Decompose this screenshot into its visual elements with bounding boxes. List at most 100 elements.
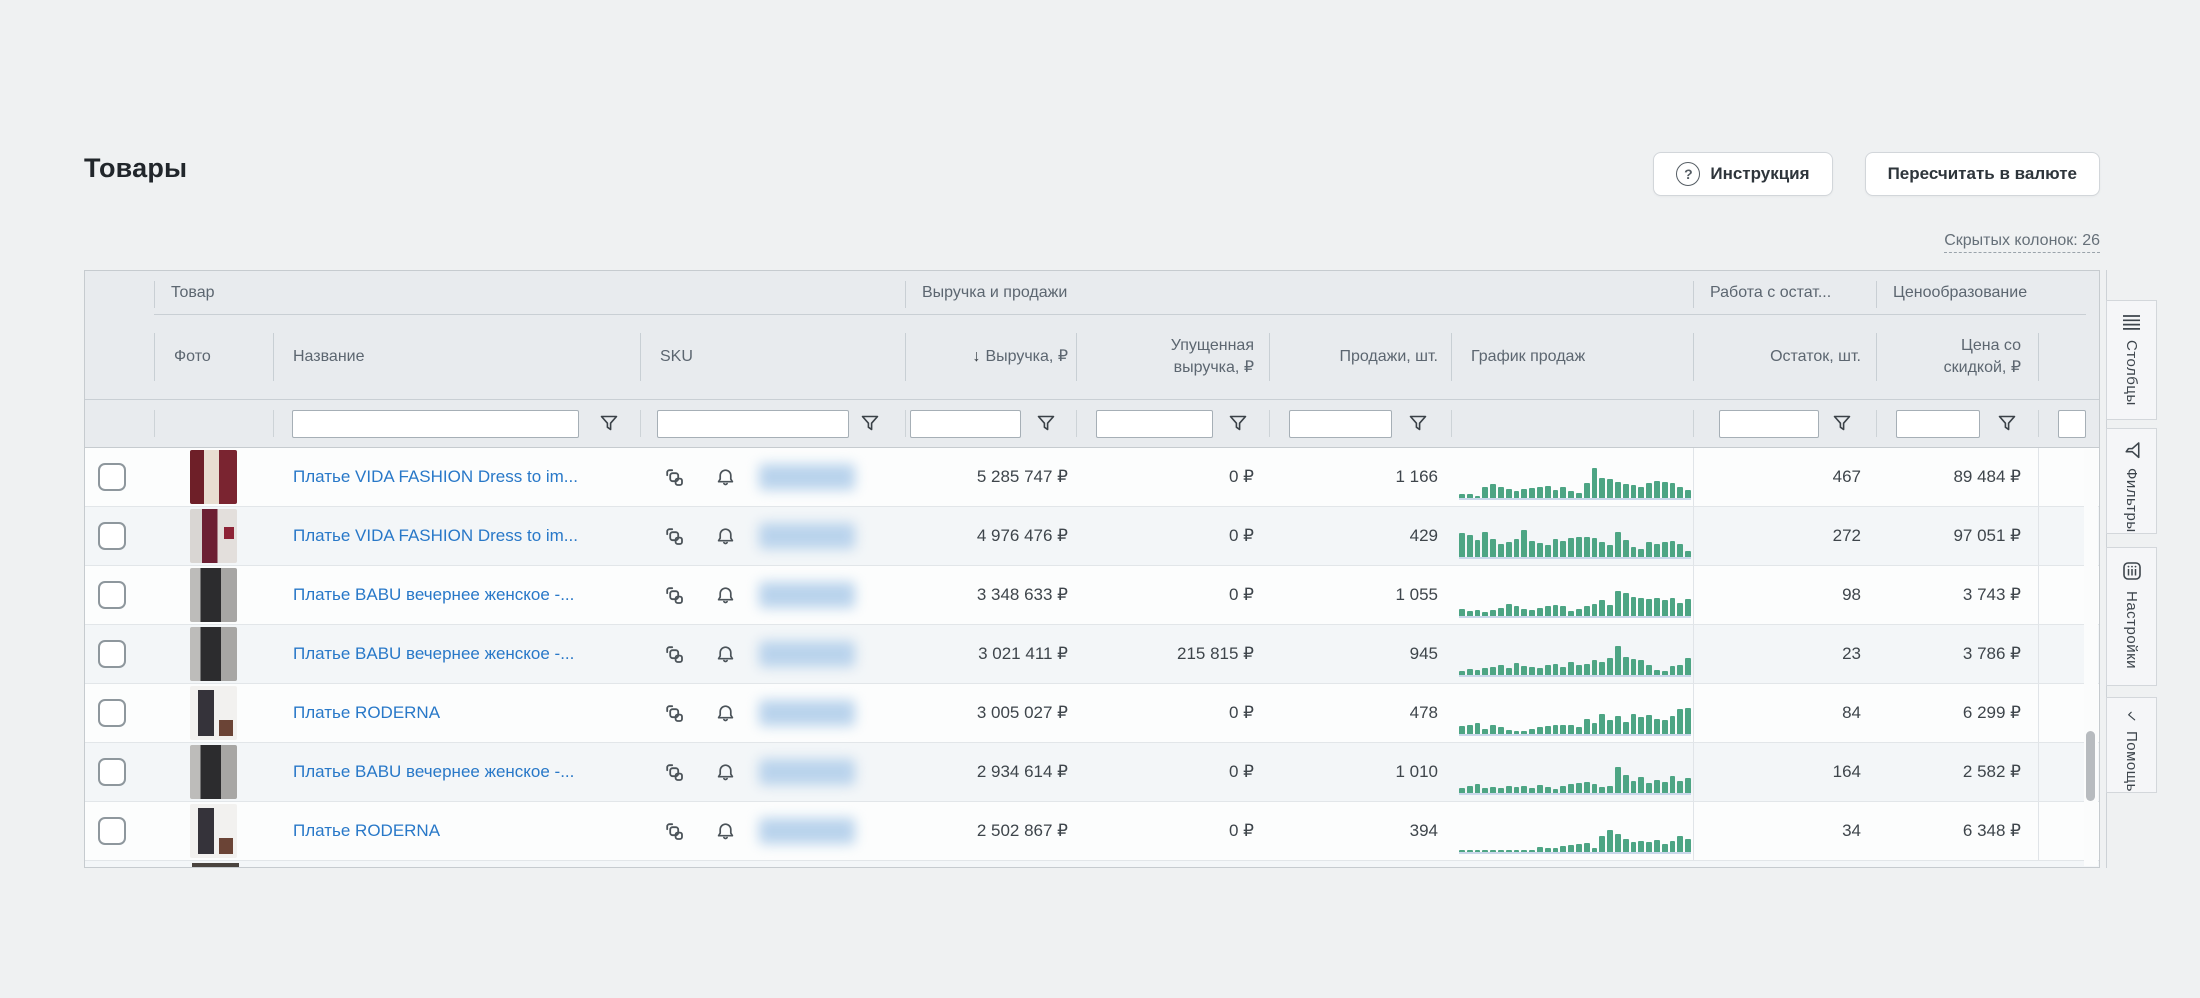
sales-mini-bar-chart[interactable] — [1459, 454, 1691, 500]
missed-revenue-filter-input[interactable] — [1096, 410, 1213, 438]
table-scrollbar[interactable] — [2084, 449, 2098, 866]
sales-mini-bar-chart[interactable] — [1459, 631, 1691, 677]
row-checkbox[interactable] — [98, 699, 126, 727]
funnel-icon[interactable] — [1229, 415, 1247, 432]
col-missed-revenue[interactable]: Упущенная выручка, ₽ — [1076, 315, 1269, 399]
bell-icon[interactable] — [715, 703, 736, 724]
discount-price-cell: 3 786 ₽ — [1876, 625, 2038, 683]
col-sku[interactable]: SKU — [640, 315, 905, 399]
product-photo[interactable] — [190, 568, 237, 622]
tab-columns[interactable]: Столбцы — [2106, 300, 2157, 420]
missed-revenue-cell: 0 ₽ — [1076, 802, 1269, 860]
bell-icon[interactable] — [715, 644, 736, 665]
cutoff-filter-input[interactable] — [2058, 410, 2086, 438]
sku-value-blurred[interactable] — [759, 818, 855, 844]
sku-filter-input[interactable] — [657, 410, 849, 438]
funnel-icon[interactable] — [1998, 415, 2016, 432]
stock-filter-input[interactable] — [1719, 410, 1819, 438]
similar-items-icon[interactable] — [664, 762, 685, 783]
bell-icon[interactable] — [715, 585, 736, 606]
product-photo[interactable] — [190, 804, 237, 858]
row-checkbox[interactable] — [98, 758, 126, 786]
col-stock[interactable]: Остаток, шт. — [1693, 315, 1876, 399]
similar-items-icon[interactable] — [664, 703, 685, 724]
photo-cell — [154, 507, 273, 565]
hidden-columns-link[interactable]: Скрытых колонок: 26 — [1944, 232, 2100, 253]
recalculate-currency-button[interactable]: Пересчитать в валюте — [1865, 152, 2100, 196]
product-name-link[interactable]: Платье BABU вечернее женское -... — [273, 644, 574, 664]
row-checkbox[interactable] — [98, 463, 126, 491]
stock-cell: 34 — [1693, 802, 1876, 860]
product-name-link[interactable]: Платье VIDA FASHION Dress to im... — [273, 467, 578, 487]
sales-filter-input[interactable] — [1289, 410, 1392, 438]
row-checkbox[interactable] — [98, 640, 126, 668]
row-checkbox[interactable] — [98, 522, 126, 550]
instruction-button[interactable]: ? Инструкция — [1653, 152, 1832, 196]
product-name-link[interactable]: Платье BABU вечернее женское -... — [273, 762, 574, 782]
bell-icon[interactable] — [715, 821, 736, 842]
funnel-icon[interactable] — [1037, 415, 1055, 432]
sales-mini-bar-chart[interactable] — [1459, 749, 1691, 795]
missed-revenue-cell: 0 ₽ — [1076, 684, 1269, 742]
filter-icon — [2123, 441, 2139, 459]
product-photo[interactable] — [190, 745, 237, 799]
product-photo[interactable] — [190, 627, 237, 681]
product-name-link[interactable]: Платье RODERNA — [273, 703, 440, 723]
row-checkbox[interactable] — [98, 581, 126, 609]
tab-settings[interactable]: Настройки — [2106, 547, 2157, 686]
product-name-link[interactable]: Платье RODERNA — [273, 821, 440, 841]
product-photo[interactable] — [190, 450, 237, 504]
product-photo[interactable] — [190, 686, 237, 740]
sales-mini-bar-chart[interactable] — [1459, 513, 1691, 559]
bell-icon[interactable] — [715, 467, 736, 488]
col-revenue[interactable]: ↓ Выручка, ₽ — [905, 315, 1076, 399]
product-name-link[interactable]: Платье BABU вечернее женское -... — [273, 585, 574, 605]
bell-icon[interactable] — [715, 762, 736, 783]
funnel-icon[interactable] — [1409, 415, 1427, 432]
sku-cell — [640, 802, 905, 860]
sku-value-blurred[interactable] — [759, 523, 855, 549]
sales-cell: 1 055 — [1269, 566, 1451, 624]
sku-value-blurred[interactable] — [759, 759, 855, 785]
sales-mini-bar-chart[interactable] — [1459, 690, 1691, 736]
sku-value-blurred[interactable] — [759, 641, 855, 667]
sku-value-blurred[interactable] — [759, 582, 855, 608]
similar-items-icon[interactable] — [664, 821, 685, 842]
col-sales[interactable]: Продажи, шт. — [1269, 315, 1451, 399]
table-row: Платье BABU вечернее женское -... 3 021 … — [85, 625, 2099, 684]
checkbox-cell — [85, 743, 154, 801]
funnel-icon[interactable] — [1833, 415, 1851, 432]
table-group-header: Товар Выручка и продажи Работа с остат..… — [85, 271, 2099, 315]
similar-items-icon[interactable] — [664, 644, 685, 665]
product-name-link[interactable]: Платье VIDA FASHION Dress to im... — [273, 526, 578, 546]
stock-cell: 467 — [1693, 448, 1876, 506]
checkbox-cell — [85, 448, 154, 506]
tab-filters[interactable]: Фильтры — [2106, 428, 2157, 534]
sku-cell — [640, 743, 905, 801]
row-checkbox[interactable] — [98, 817, 126, 845]
sku-value-blurred[interactable] — [759, 700, 855, 726]
revenue-filter-input[interactable] — [910, 410, 1021, 438]
photo-cell — [154, 743, 273, 801]
photo-cell — [154, 448, 273, 506]
sales-mini-bar-chart[interactable] — [1459, 572, 1691, 618]
group-revenue-sales: Выручка и продажи — [905, 271, 1693, 315]
product-photo[interactable] — [190, 509, 237, 563]
col-discount-price[interactable]: Цена со скидкой, ₽ — [1876, 315, 2038, 399]
name-filter-input[interactable] — [292, 410, 579, 438]
similar-items-icon[interactable] — [664, 467, 685, 488]
col-name[interactable]: Название — [273, 315, 640, 399]
cutoff-cell — [2038, 448, 2086, 506]
discount-price-filter-input[interactable] — [1896, 410, 1980, 438]
scrollbar-thumb[interactable] — [2086, 731, 2095, 801]
name-cell: Платье RODERNA — [273, 684, 640, 742]
sku-value-blurred[interactable] — [759, 464, 855, 490]
similar-items-icon[interactable] — [664, 526, 685, 547]
bell-icon[interactable] — [715, 526, 736, 547]
similar-items-icon[interactable] — [664, 585, 685, 606]
name-cell: Платье RODERNA — [273, 802, 640, 860]
sales-mini-bar-chart[interactable] — [1459, 808, 1691, 854]
tab-help[interactable]: Помощь — [2106, 697, 2157, 793]
funnel-icon[interactable] — [861, 415, 879, 432]
funnel-icon[interactable] — [600, 415, 618, 432]
